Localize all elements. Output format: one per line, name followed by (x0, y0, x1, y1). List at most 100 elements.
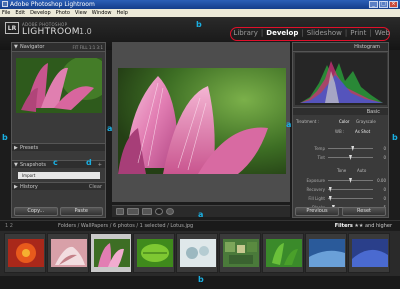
filmstrip-thumbnail-selected[interactable] (90, 233, 132, 273)
module-slideshow[interactable]: Slideshow (307, 29, 342, 37)
thumbnail-image (352, 239, 388, 267)
slider-track (328, 189, 373, 190)
menu-window[interactable]: Window (92, 9, 112, 17)
snapshots-label: Snapshots (20, 162, 46, 168)
reset-button[interactable]: Reset (342, 207, 386, 216)
history-panel-header[interactable]: ▶ History Clear (12, 182, 105, 190)
slider-value: 0.00 (377, 178, 386, 183)
navigator-label: Navigator (20, 44, 45, 50)
crop-tool-button[interactable] (142, 208, 152, 215)
filmstrip-thumbnail[interactable] (219, 233, 261, 273)
filmstrip-thumbnail[interactable] (176, 233, 218, 273)
wb-label: WB : (335, 129, 345, 134)
menu-view[interactable]: View (75, 9, 87, 17)
treatment-label: Treatment : (296, 119, 319, 124)
callout-b: b (392, 133, 398, 142)
loupe-view-button[interactable] (116, 208, 124, 215)
filmstrip-thumbnail[interactable] (133, 233, 175, 273)
tint-slider[interactable]: Tint 0 (293, 154, 388, 161)
temp-slider[interactable]: Temp 0 (293, 145, 388, 152)
monitor-numbers[interactable]: 1 2 (5, 221, 13, 231)
presets-label: Presets (20, 145, 39, 151)
histogram-chart (300, 61, 383, 103)
filmstrip-thumbnail[interactable] (47, 233, 89, 273)
module-library[interactable]: Library (233, 29, 257, 37)
filmstrip (0, 231, 400, 276)
slider-value: 0 (383, 155, 386, 160)
title-bar: Adobe Photoshop Lightroom _ □ × (0, 0, 400, 9)
callout-a: a (107, 124, 113, 133)
lightroom-window: Adobe Photoshop Lightroom _ □ × File Edi… (0, 0, 400, 289)
slider-label: Exposure (306, 178, 325, 183)
menu-edit[interactable]: Edit (15, 9, 25, 17)
snapshot-item[interactable]: Import (18, 172, 100, 179)
basic-label: Basic (366, 109, 380, 115)
histogram-label: Histogram (354, 44, 380, 50)
menu-develop[interactable]: Develop (30, 9, 51, 17)
thumbnail-image (180, 239, 216, 267)
history-label: History (20, 184, 38, 190)
recovery-slider[interactable]: Recovery 0 (293, 186, 388, 193)
presets-panel-header[interactable]: ▶ Presets (12, 143, 105, 151)
before-after-button[interactable] (127, 208, 139, 215)
menu-photo[interactable]: Photo (56, 9, 70, 17)
filmstrip-thumbnail[interactable] (348, 233, 390, 273)
triangle-right-icon: ▶ (14, 184, 18, 190)
slider-value: 0 (383, 196, 386, 201)
filters-control[interactable]: Filters ★★ and higher (335, 221, 392, 231)
previous-button[interactable]: Previous (295, 207, 339, 216)
thumbnail-image (309, 239, 345, 267)
brand-version: 1.0 (79, 27, 92, 36)
navigator-preview[interactable] (16, 58, 102, 113)
left-panel-buttons: Copy... Paste (11, 206, 106, 217)
navigator-zoom-options[interactable]: FIT FILL 1:1 3:1 (72, 43, 103, 52)
exposure-slider[interactable]: Exposure 0.00 (293, 177, 388, 184)
slider-label: Tint (317, 155, 325, 160)
spot-removal-button[interactable] (155, 208, 163, 215)
brand-name: LIGHTROOM (22, 27, 80, 37)
filmstrip-thumbnail[interactable] (4, 233, 46, 273)
maximize-button[interactable]: □ (379, 1, 388, 8)
basic-panel-header[interactable]: Basic (293, 107, 388, 115)
paste-button[interactable]: Paste (59, 207, 103, 216)
left-panel: ▼ Navigator FIT FILL 1:1 3:1 ▶ Presets ▼… (11, 42, 106, 218)
triangle-down-icon: ▼ (14, 162, 18, 168)
histogram-header[interactable]: Histogram (293, 43, 388, 52)
auto-tone-button[interactable]: Auto (357, 168, 366, 173)
histogram-graph (295, 53, 387, 105)
treatment-grayscale-option[interactable]: Grayscale (356, 119, 376, 124)
navigator-header[interactable]: ▼ Navigator FIT FILL 1:1 3:1 (12, 43, 105, 52)
module-develop[interactable]: Develop (266, 29, 298, 37)
fill-light-slider[interactable]: Fill Light 0 (293, 195, 388, 202)
add-snapshot-button[interactable]: + (98, 161, 102, 169)
slider-track (328, 198, 373, 199)
thumbnail-image (223, 239, 259, 267)
slider-value: 0 (383, 146, 386, 151)
callout-a: a (286, 120, 292, 129)
module-web[interactable]: Web (375, 29, 390, 37)
history-clear-button[interactable]: Clear (89, 183, 102, 191)
filmstrip-thumbnail[interactable] (305, 233, 347, 273)
red-eye-button[interactable] (166, 208, 174, 215)
main-photo[interactable] (118, 68, 286, 174)
callout-d: d (86, 158, 92, 167)
source-path[interactable]: Folders / WallPapers / 6 photos / 1 sele… (58, 221, 193, 231)
thumbnail-image (8, 239, 44, 267)
callout-b: b (196, 20, 202, 29)
thumbnail-image (51, 239, 87, 267)
close-button[interactable]: × (389, 1, 398, 8)
wb-select[interactable]: As Shot (355, 129, 370, 134)
minimize-button[interactable]: _ (369, 1, 378, 8)
thumbnail-image (94, 239, 130, 267)
module-print[interactable]: Print (350, 29, 366, 37)
copy-button[interactable]: Copy... (14, 207, 58, 216)
menu-help[interactable]: Help (117, 9, 128, 17)
thumbnail-image (266, 239, 302, 267)
slider-track (328, 148, 373, 149)
filmstrip-thumbnail[interactable] (262, 233, 304, 273)
lotus-thumbnail-image (16, 58, 102, 113)
treatment-color-option[interactable]: Color (339, 119, 349, 124)
window-controls: _ □ × (369, 1, 398, 8)
slider-label: Recovery (306, 187, 325, 192)
menu-file[interactable]: File (2, 9, 10, 17)
